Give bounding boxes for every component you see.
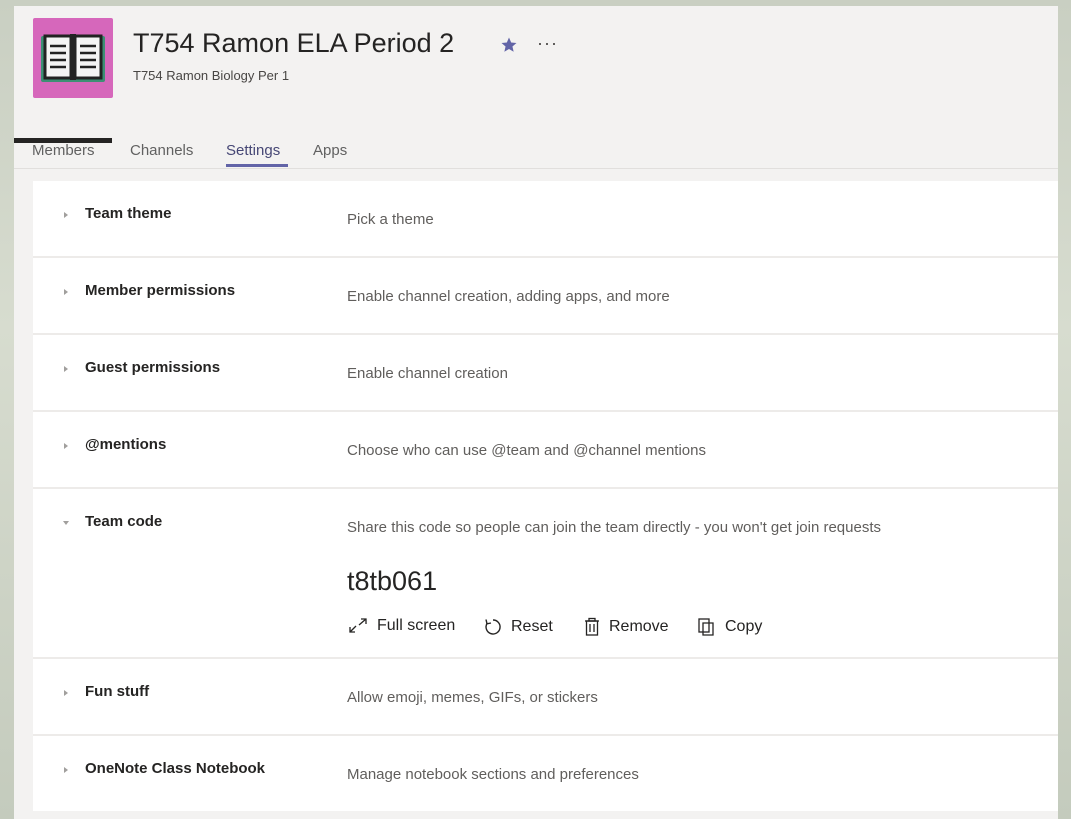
chevron-right-icon — [64, 212, 68, 218]
setting-team-code[interactable]: Team code Share this code so people can … — [33, 489, 1058, 659]
chevron-right-icon — [64, 690, 68, 696]
team-avatar[interactable] — [33, 18, 113, 98]
copy-icon — [698, 618, 714, 636]
team-code-value: t8tb061 — [347, 566, 438, 596]
setting-description: Enable channel creation, adding apps, an… — [347, 288, 670, 305]
setting-description: Enable channel creation — [347, 365, 508, 382]
chevron-right-icon — [64, 366, 68, 372]
reset-icon — [485, 619, 501, 635]
remove-button[interactable]: Remove — [583, 617, 669, 637]
setting-onenote-class-notebook[interactable]: OneNote Class Notebook Manage notebook s… — [33, 736, 1058, 811]
team-header: T754 Ramon ELA Period 2 ··· T754 Ramon B… — [14, 6, 1058, 126]
book-icon — [41, 34, 105, 82]
setting-team-theme[interactable]: Team theme Pick a theme — [33, 181, 1058, 258]
setting-description: Choose who can use @team and @channel me… — [347, 442, 706, 459]
setting-title: Team code — [85, 513, 163, 530]
copy-button[interactable]: Copy — [697, 617, 762, 637]
chevron-right-icon — [64, 443, 68, 449]
team-subtitle: T754 Ramon Biology Per 1 — [133, 68, 290, 83]
setting-mentions[interactable]: @mentions Choose who can use @team and @… — [33, 412, 1058, 489]
setting-title: @mentions — [85, 436, 167, 453]
full-screen-label: Full screen — [377, 617, 456, 634]
reset-label: Reset — [511, 618, 553, 635]
chevron-right-icon — [64, 767, 68, 773]
full-screen-button[interactable]: Full screen — [347, 617, 455, 635]
setting-guest-permissions[interactable]: Guest permissions Enable channel creatio… — [33, 335, 1058, 412]
chevron-right-icon — [64, 289, 68, 295]
active-tab-underline — [226, 164, 288, 167]
setting-member-permissions[interactable]: Member permissions Enable channel creati… — [33, 258, 1058, 335]
setting-title: Team theme — [85, 205, 172, 222]
star-icon[interactable] — [500, 36, 518, 54]
tab-members[interactable]: Members — [32, 142, 95, 159]
chevron-down-icon — [63, 521, 69, 525]
copy-label: Copy — [725, 618, 763, 635]
setting-description: Allow emoji, memes, GIFs, or stickers — [347, 689, 598, 706]
setting-title: Fun stuff — [85, 683, 150, 700]
team-settings-panel: T754 Ramon ELA Period 2 ··· T754 Ramon B… — [14, 6, 1058, 819]
trash-icon — [585, 617, 599, 636]
more-options-icon[interactable]: ··· — [537, 33, 558, 54]
setting-fun-stuff[interactable]: Fun stuff Allow emoji, memes, GIFs, or s… — [33, 659, 1058, 736]
tab-apps[interactable]: Apps — [313, 142, 347, 159]
setting-title: OneNote Class Notebook — [85, 760, 266, 777]
reset-button[interactable]: Reset — [483, 617, 553, 637]
setting-description: Manage notebook sections and preferences — [347, 766, 639, 783]
setting-description: Share this code so people can join the t… — [347, 519, 882, 536]
team-tabs: Members Channels Settings Apps — [14, 126, 1058, 169]
settings-list: Team theme Pick a theme Member permissio… — [33, 181, 1058, 811]
setting-title: Member permissions — [85, 282, 236, 299]
team-title: T754 Ramon ELA Period 2 — [133, 28, 455, 58]
tab-settings[interactable]: Settings — [226, 142, 280, 159]
tab-channels[interactable]: Channels — [130, 142, 193, 159]
remove-label: Remove — [609, 618, 669, 635]
setting-description: Pick a theme — [347, 211, 434, 228]
setting-title: Guest permissions — [85, 359, 221, 376]
expand-icon — [349, 618, 367, 633]
